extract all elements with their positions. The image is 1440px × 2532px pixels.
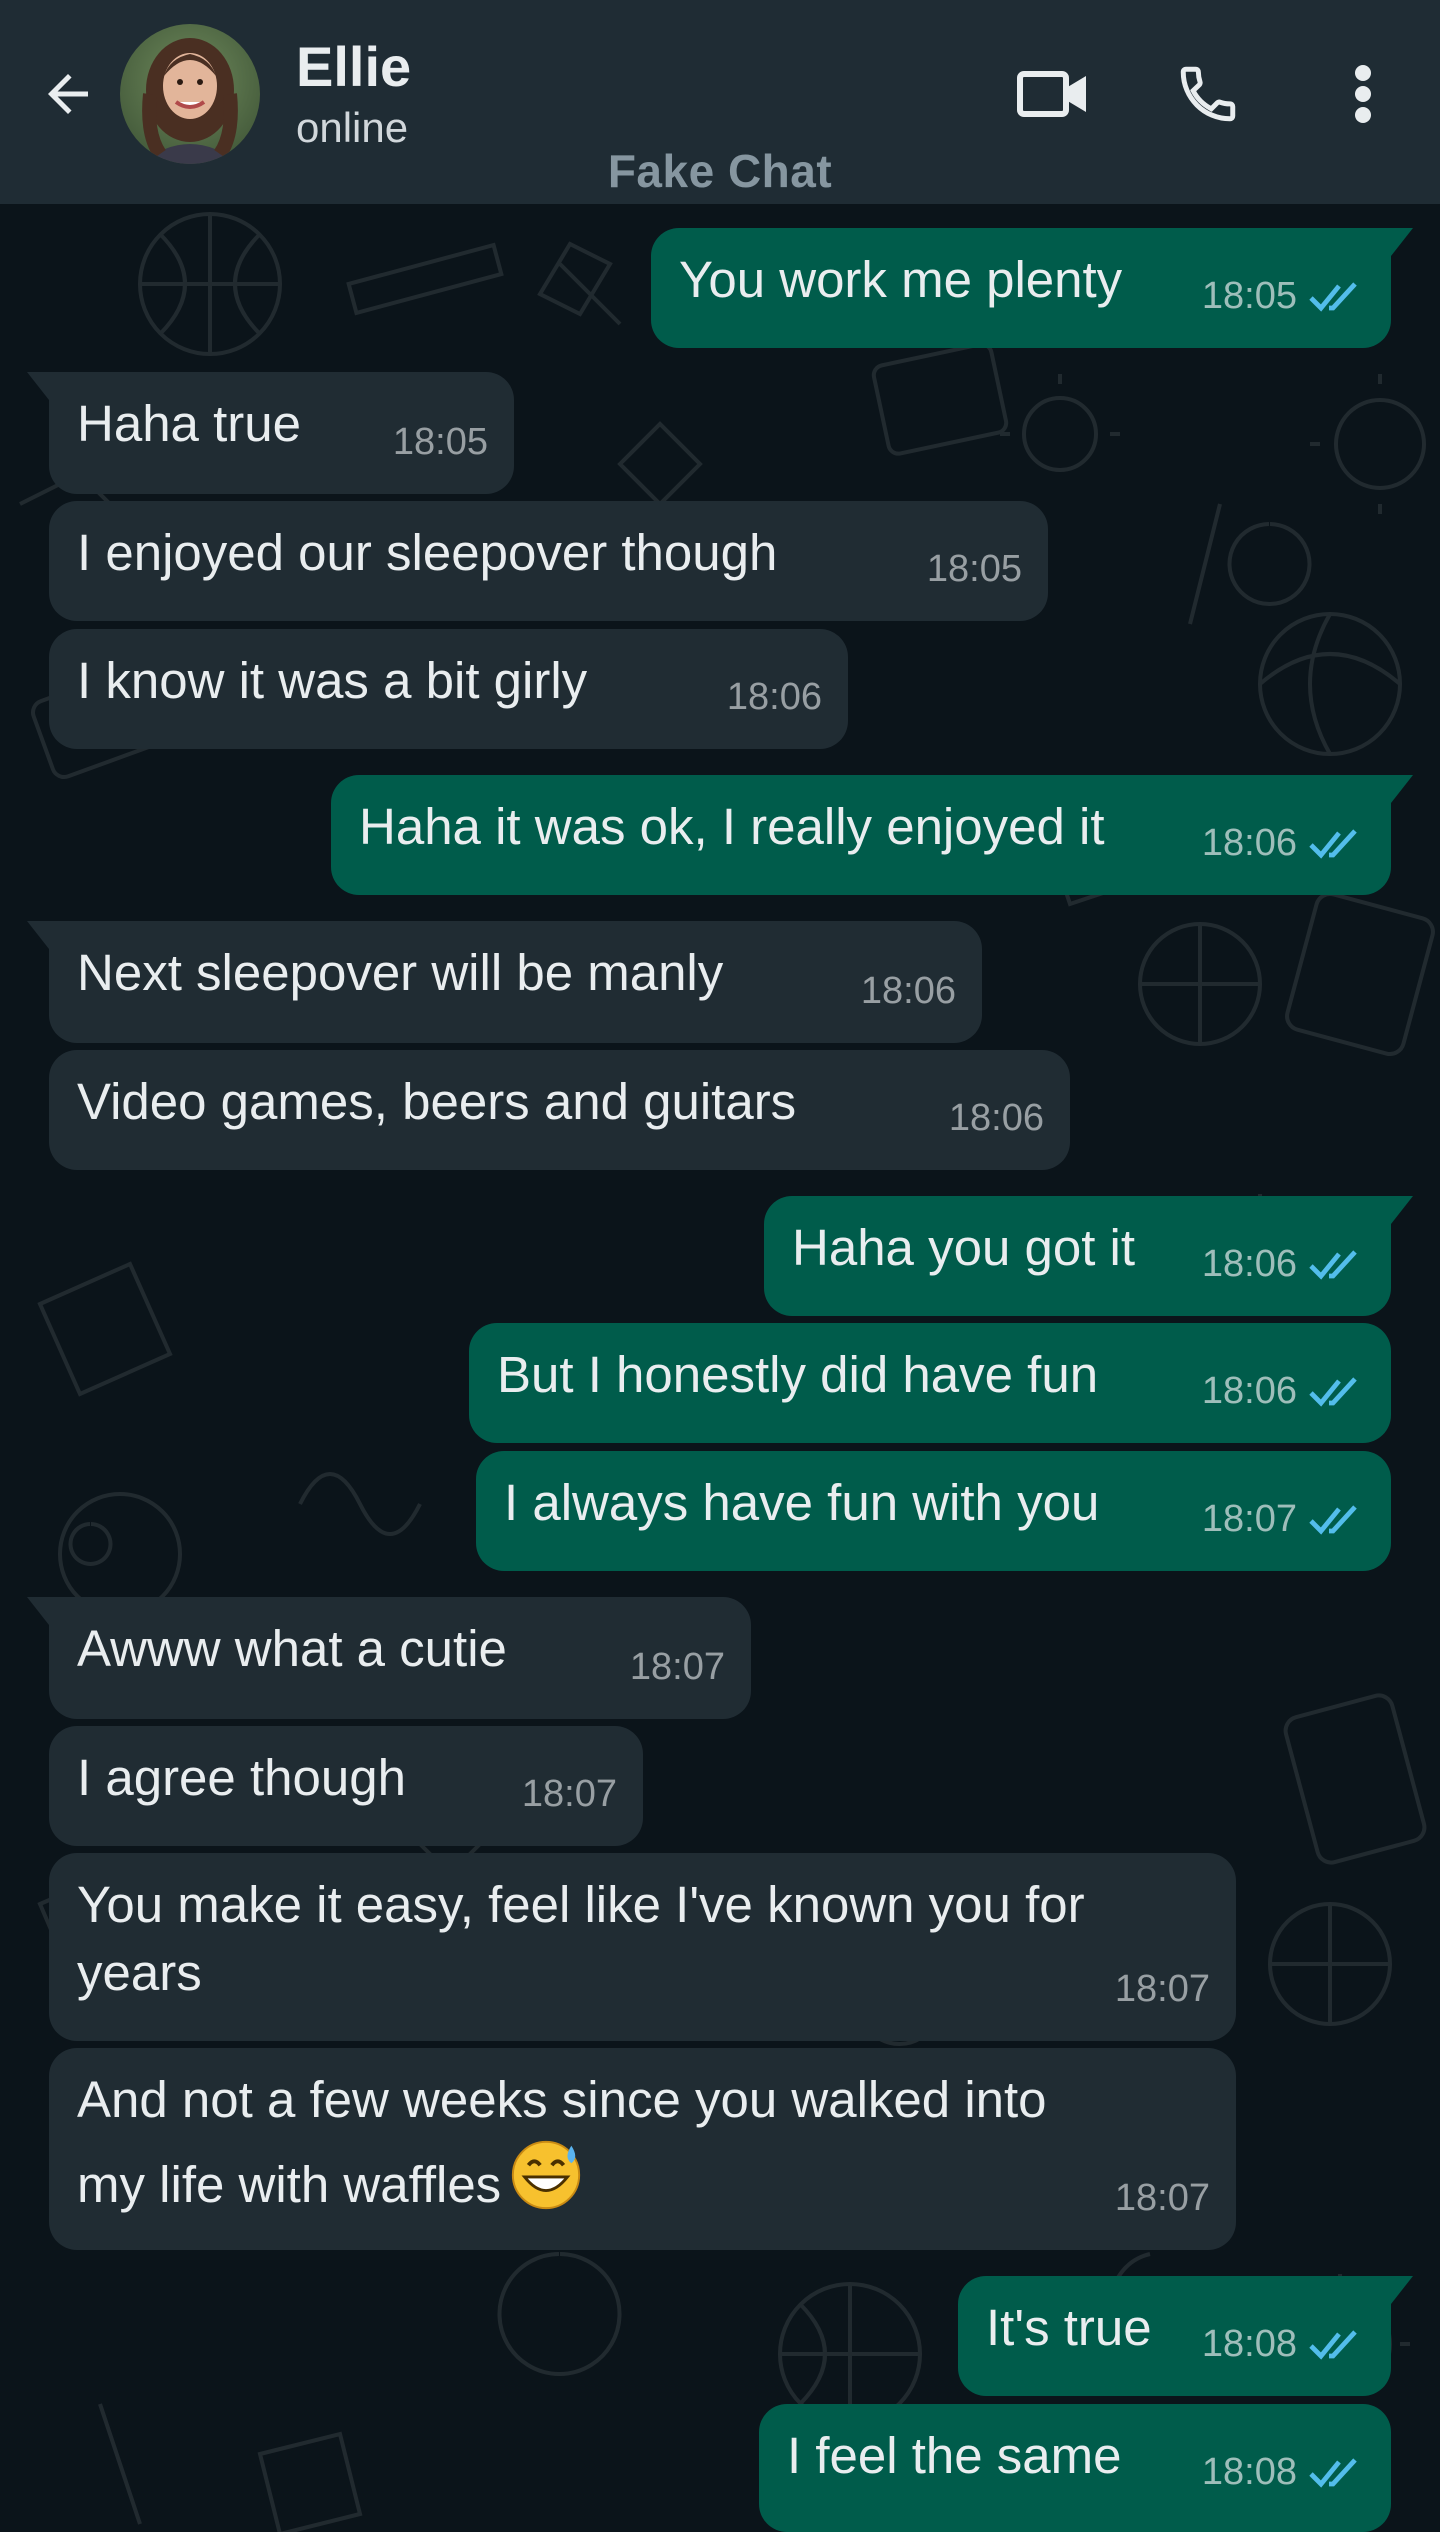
more-options-icon xyxy=(1355,65,1371,123)
double-tick-read-icon xyxy=(1309,2458,1357,2488)
message-text: And not a few weeks since you walked int… xyxy=(77,2066,1208,2219)
message-text: I agree though xyxy=(77,1749,406,1806)
message-bubble-incoming[interactable]: I know it was a bit girly 18:06 xyxy=(49,629,848,749)
message-time: 18:08 xyxy=(1201,2451,1297,2493)
message-bubble-outgoing[interactable]: I feel the same 18:08 xyxy=(759,2404,1391,2532)
double-tick-read-icon xyxy=(1309,1505,1357,1535)
message-time: 18:06 xyxy=(948,1097,1044,1139)
message-bubble-outgoing[interactable]: It's true 18:08 xyxy=(958,2276,1413,2396)
message-text: It's true xyxy=(986,2299,1152,2356)
message-time: 18:05 xyxy=(392,421,488,463)
message-text: Awww what a cutie xyxy=(77,1620,507,1677)
back-arrow-icon xyxy=(48,74,88,114)
message-time: 18:07 xyxy=(629,1646,725,1688)
message-text: Video games, beers and guitars xyxy=(77,1073,797,1130)
message-bubble-outgoing[interactable]: But I honestly did have fun 18:06 xyxy=(469,1323,1391,1443)
message-time: 18:05 xyxy=(1201,275,1297,317)
video-call-button[interactable] xyxy=(1003,48,1103,140)
voice-call-icon xyxy=(1180,66,1236,122)
message-text: I feel the same xyxy=(787,2427,1122,2484)
grinning-sweat-emoji-icon xyxy=(512,2140,581,2210)
message-text: Haha you got it xyxy=(792,1219,1136,1276)
message-bubble-incoming[interactable]: I agree though 18:07 xyxy=(49,1726,643,1846)
message-bubble-incoming[interactable]: Next sleepover will be manly 18:06 xyxy=(27,921,982,1043)
message-time: 18:06 xyxy=(726,676,822,718)
message-text: But I honestly did have fun xyxy=(497,1346,1099,1403)
message-time: 18:08 xyxy=(1201,2323,1297,2365)
voice-call-button[interactable] xyxy=(1158,48,1258,140)
message-time: 18:07 xyxy=(1114,1968,1210,2010)
message-bubble-incoming[interactable]: Haha true 18:05 xyxy=(27,372,514,494)
message-time: 18:06 xyxy=(1201,822,1297,864)
message-bubble-outgoing[interactable]: Haha it was ok, I really enjoyed it 18:0… xyxy=(331,775,1413,895)
message-time: 18:06 xyxy=(1201,1370,1297,1412)
contact-avatar[interactable] xyxy=(120,24,260,164)
message-bubble-incoming[interactable]: Awww what a cutie 18:07 xyxy=(27,1597,751,1719)
double-tick-read-icon xyxy=(1309,1250,1357,1280)
message-bubble-outgoing[interactable]: I always have fun with you 18:07 xyxy=(476,1451,1391,1571)
more-options-button[interactable] xyxy=(1313,48,1413,140)
message-text: I know it was a bit girly xyxy=(77,652,588,709)
message-text: I enjoyed our sleepover though xyxy=(77,524,778,581)
message-time: 18:07 xyxy=(521,1773,617,1815)
message-time: 18:06 xyxy=(1201,1243,1297,1285)
message-time: 18:05 xyxy=(926,548,1022,590)
message-bubble-incoming[interactable]: I enjoyed our sleepover though 18:05 xyxy=(49,501,1048,621)
back-button[interactable] xyxy=(18,48,118,140)
message-bubble-outgoing[interactable]: Haha you got it 18:06 xyxy=(764,1196,1413,1316)
double-tick-read-icon xyxy=(1309,282,1357,312)
message-text: Haha true xyxy=(77,395,301,452)
message-bubble-incoming[interactable]: You make it easy, feel like I've known y… xyxy=(49,1853,1236,2041)
message-time: 18:06 xyxy=(860,970,956,1012)
message-bubble-incoming[interactable]: And not a few weeks since you walked int… xyxy=(49,2048,1236,2250)
message-time: 18:07 xyxy=(1201,1498,1297,1540)
message-text: Next sleepover will be manly xyxy=(77,944,724,1001)
video-call-icon xyxy=(1017,71,1086,117)
message-text: Haha it was ok, I really enjoyed it xyxy=(359,798,1105,855)
message-text: You work me plenty xyxy=(679,251,1123,308)
message-text: You make it easy, feel like I've known y… xyxy=(77,1876,1085,2001)
chat-header: Ellie online Fake Chat xyxy=(0,0,1440,204)
message-text: I always have fun with you xyxy=(504,1474,1100,1531)
message-bubble-incoming[interactable]: Video games, beers and guitars 18:06 xyxy=(49,1050,1070,1170)
fake-chat-watermark: Fake Chat xyxy=(607,145,833,197)
double-tick-read-icon xyxy=(1309,1377,1357,1407)
double-tick-read-icon xyxy=(1309,2330,1357,2360)
message-time: 18:07 xyxy=(1114,2177,1210,2219)
message-bubble-outgoing[interactable]: You work me plenty 18:05 xyxy=(651,228,1413,348)
contact-name[interactable]: Ellie xyxy=(296,34,411,99)
double-tick-read-icon xyxy=(1309,829,1357,859)
